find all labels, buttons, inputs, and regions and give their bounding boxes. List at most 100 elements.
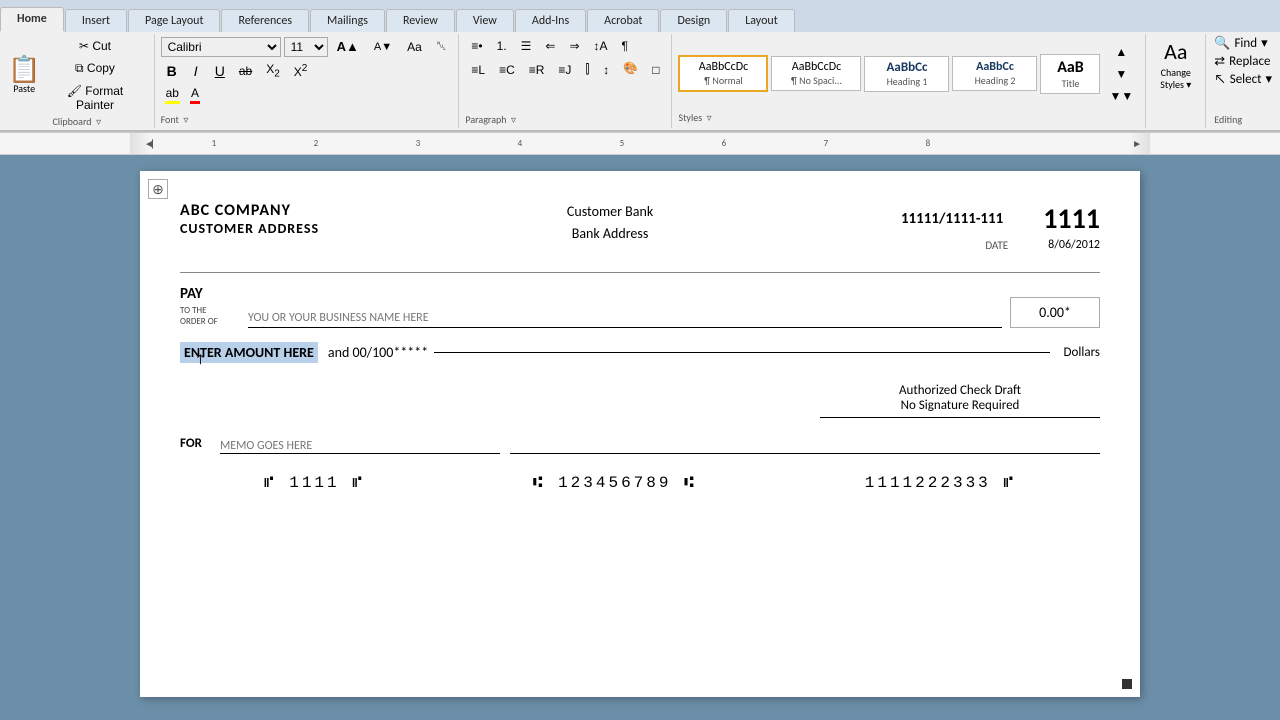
micr-account-number: 1111222333 ⑈ <box>865 474 1016 492</box>
change-styles-button[interactable]: Aa ChangeStyles ▾ <box>1146 34 1206 128</box>
borders-button[interactable]: □ <box>646 60 665 80</box>
amount-suffix: and 00/100***** <box>328 344 428 361</box>
replace-button[interactable]: ⇄ Replace <box>1214 54 1272 69</box>
show-hide-button[interactable]: ¶ <box>616 36 634 56</box>
clipboard-label: Clipboard ▿ <box>52 115 101 128</box>
memo-line: MEMO GOES HERE <box>220 434 500 454</box>
paste-button[interactable]: 📋 Paste <box>8 56 40 95</box>
tab-review[interactable]: Review <box>386 9 455 32</box>
payee-name: YOU OR YOUR BUSINESS NAME HERE <box>248 311 429 325</box>
tab-page-layout[interactable]: Page Layout <box>128 9 220 32</box>
move-handle[interactable]: ⊕ <box>148 179 168 199</box>
superscript-button[interactable]: X2 <box>288 60 314 82</box>
micr-routing-number: ⑆ 123456789 ⑆ <box>533 474 697 492</box>
tab-references[interactable]: References <box>221 9 309 32</box>
micr-line: ⑈ 1111 ⑈ ⑆ 123456789 ⑆ 1111222333 ⑈ <box>180 474 1100 492</box>
tab-mailings[interactable]: Mailings <box>310 9 385 32</box>
multilevel-button[interactable]: ☰ <box>515 36 538 56</box>
tab-acrobat[interactable]: Acrobat <box>587 9 659 32</box>
micr-check-number: ⑈ 1111 ⑈ <box>264 474 365 492</box>
clear-format-button[interactable]: ␀ <box>431 36 453 57</box>
find-button[interactable]: 🔍 Find ▾ <box>1214 36 1272 51</box>
find-icon: 🔍 <box>1214 36 1230 51</box>
justify-button[interactable]: ≡J <box>552 60 577 80</box>
font-color-button[interactable]: A <box>186 84 204 106</box>
styles-scroll-down[interactable]: ▼ <box>1103 64 1139 84</box>
editing-label: Editing <box>1214 113 1272 126</box>
cursor-pointer: ↑ <box>195 353 206 367</box>
payee-line: YOU OR YOUR BUSINESS NAME HERE <box>248 308 1002 328</box>
amount-box: 0.00* <box>1010 297 1100 328</box>
change-case-button[interactable]: Aa <box>401 37 428 57</box>
company-info: ABC COMPANY CUSTOMER ADDRESS <box>180 201 319 237</box>
line-spacing-button[interactable]: ↕ <box>597 60 615 80</box>
pay-label: PAY <box>180 285 240 305</box>
paragraph-group: ≡• 1. ☰ ⇐ ⇒ ↕A ¶ ≡L ≡C ≡R ≡J ⫿ ↕ 🎨 □ Par <box>459 34 672 128</box>
align-center-button[interactable]: ≡C <box>493 60 521 80</box>
format-painter-button[interactable]: 🖌 Format Painter <box>44 81 145 115</box>
align-left-button[interactable]: ≡L <box>465 60 491 80</box>
select-button[interactable]: ↖ Select ▾ <box>1214 72 1272 87</box>
bank-address: Bank Address <box>567 223 653 245</box>
dollars-label: Dollars <box>1064 345 1100 360</box>
numbering-button[interactable]: 1. <box>491 36 513 56</box>
date-value: 8/06/2012 <box>1048 238 1100 252</box>
clipboard-group: 📋 Paste ✂ Cut ⧉ Copy 🖌 Format Painter Cl… <box>0 34 155 128</box>
check-number: 1111 <box>1043 201 1100 236</box>
style-normal-button[interactable]: AaBbCcDc ¶ Normal <box>678 55 768 92</box>
memo-placeholder: MEMO GOES HERE <box>220 439 312 453</box>
subscript-button[interactable]: X2 <box>260 59 286 82</box>
header-divider <box>180 272 1100 273</box>
align-right-button[interactable]: ≡R <box>523 60 551 80</box>
tab-home[interactable]: Home <box>0 7 64 32</box>
font-size-select[interactable]: 11 <box>284 37 328 57</box>
shrink-font-button[interactable]: A▼ <box>368 38 398 56</box>
tab-view[interactable]: View <box>456 9 514 32</box>
for-label: FOR <box>180 436 210 451</box>
style-h2-button[interactable]: AaBbCc Heading 2 <box>952 56 1037 91</box>
style-title-button[interactable]: AaB Title <box>1040 54 1100 94</box>
bold-button[interactable]: B <box>161 60 183 82</box>
document-area: ⊕ ABC COMPANY CUSTOMER ADDRESS Customer … <box>0 155 1280 713</box>
corner-resize-handle[interactable] <box>1122 679 1132 689</box>
styles-group: AaBbCcDc ¶ Normal AaBbCcDc ¶ No Spaci...… <box>672 34 1146 128</box>
signature-line <box>510 434 1100 454</box>
tab-insert[interactable]: Insert <box>65 9 127 32</box>
shading-button[interactable]: 🎨 <box>617 58 644 81</box>
copy-button[interactable]: ⧉ Copy <box>44 58 145 79</box>
sort-button[interactable]: ↕A <box>588 36 614 56</box>
font-label: Font ▿ <box>161 113 453 126</box>
select-icon: ↖ <box>1214 72 1225 87</box>
italic-button[interactable]: I <box>185 60 207 82</box>
tab-layout[interactable]: Layout <box>728 9 795 32</box>
tab-addins[interactable]: Add-Ins <box>515 9 586 32</box>
decrease-indent-button[interactable]: ⇐ <box>539 36 561 56</box>
change-styles-label: ChangeStyles ▾ <box>1160 67 1191 91</box>
cut-button[interactable]: ✂ Cut <box>44 36 145 56</box>
highlight-button[interactable]: ab <box>161 84 184 106</box>
tab-design[interactable]: Design <box>660 9 727 32</box>
replace-icon: ⇄ <box>1214 54 1225 69</box>
paragraph-label: Paragraph ▿ <box>465 113 665 126</box>
grow-font-button[interactable]: A▲ <box>331 36 365 57</box>
font-name-select[interactable]: Calibri <box>161 37 281 57</box>
authorized-line1: Authorized Check Draft <box>820 383 1100 398</box>
date-label: DATE <box>985 239 1008 252</box>
styles-scroll-up[interactable]: ▲ <box>1103 42 1139 62</box>
strikethrough-button[interactable]: ab <box>233 61 258 81</box>
style-nospace-button[interactable]: AaBbCcDc ¶ No Spaci... <box>771 56 861 91</box>
style-h1-button[interactable]: AaBbCc Heading 1 <box>864 56 949 92</box>
underline-button[interactable]: U <box>209 60 231 82</box>
increase-indent-button[interactable]: ⇒ <box>563 36 585 56</box>
company-name: ABC COMPANY <box>180 201 319 220</box>
change-styles-icon: Aa <box>1164 38 1187 65</box>
bullets-button[interactable]: ≡• <box>465 36 488 56</box>
paste-label: Paste <box>13 82 35 95</box>
styles-label: Styles ▿ <box>678 111 1139 126</box>
highlight-color <box>165 101 180 104</box>
columns-button[interactable]: ⫿ <box>579 59 595 80</box>
bank-name: Customer Bank <box>567 201 653 223</box>
styles-more[interactable]: ▼▼ <box>1103 86 1139 106</box>
font-group: Calibri 11 A▲ A▼ Aa ␀ B I U ab X2 X2 <box>155 34 460 128</box>
font-color-swatch <box>190 101 200 104</box>
